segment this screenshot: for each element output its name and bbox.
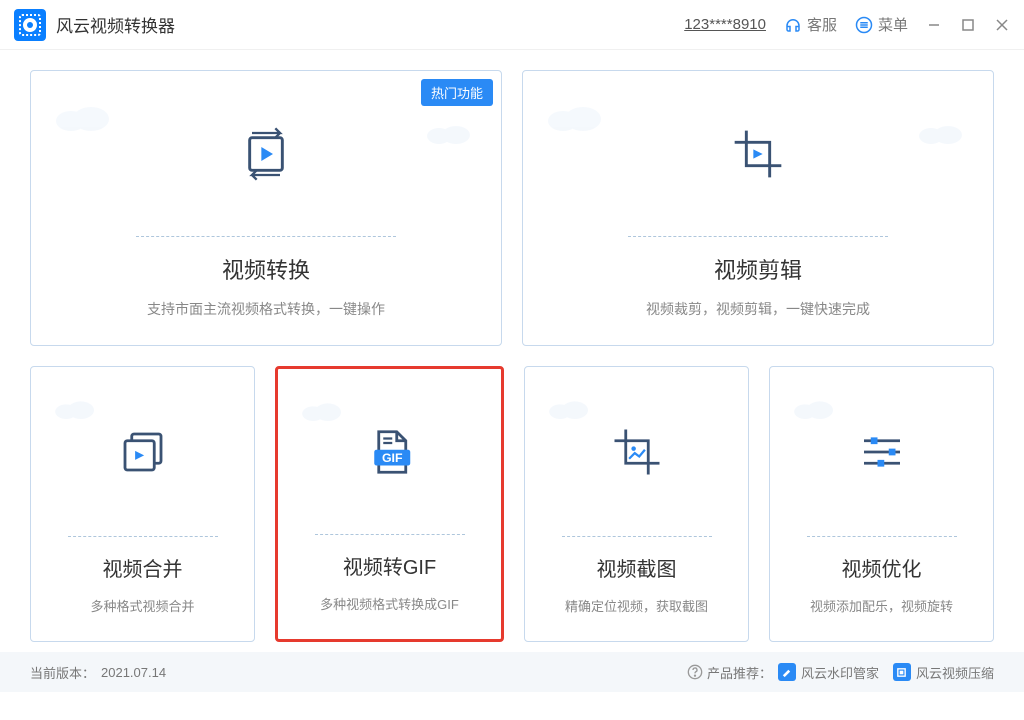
svg-text:GIF: GIF [381, 451, 402, 465]
minimize-button[interactable] [926, 17, 942, 33]
cloud-decoration-icon [790, 397, 835, 419]
crop-icon [730, 126, 786, 182]
cloud-decoration-icon [545, 397, 590, 419]
screenshot-icon [610, 425, 664, 479]
menu-button[interactable]: 菜单 [855, 14, 908, 35]
footer: 当前版本： 2021.07.14 产品推荐： 风云水印管家 风云视频压缩 [0, 652, 1024, 692]
app-title: 风云视频转换器 [56, 12, 175, 37]
card-title: 视频转GIF [343, 551, 436, 580]
app-logo-icon [14, 9, 46, 41]
card-desc: 支持市面主流视频格式转换，一键操作 [137, 299, 395, 319]
merge-icon [116, 425, 170, 479]
card-title: 视频合并 [103, 553, 183, 582]
help-icon [687, 664, 703, 680]
titlebar: 风云视频转换器 123****8910 客服 菜单 [0, 0, 1024, 50]
card-title: 视频转换 [222, 253, 310, 285]
close-button[interactable] [994, 17, 1010, 33]
window-controls [926, 17, 1010, 33]
headset-icon [784, 16, 802, 34]
customer-service-label: 客服 [807, 14, 837, 35]
gif-file-icon: GIF [363, 425, 417, 479]
maximize-button[interactable] [960, 17, 976, 33]
recommend-label-text: 风云水印管家 [801, 663, 879, 682]
version-label: 当前版本： [30, 663, 95, 682]
recommend-watermark[interactable]: 风云水印管家 [778, 663, 879, 682]
minimize-icon [927, 18, 941, 32]
recommend-label: 产品推荐： [707, 663, 772, 682]
cloud-decoration-icon [421, 121, 471, 146]
cloud-decoration-icon [298, 399, 343, 421]
card-title: 视频剪辑 [714, 253, 802, 285]
recommend-label-text: 风云视频压缩 [916, 663, 994, 682]
card-desc: 多种格式视频合并 [80, 596, 204, 615]
cloud-decoration-icon [913, 121, 963, 146]
card-title: 视频截图 [597, 553, 677, 582]
account-link[interactable]: 123****8910 [684, 16, 766, 33]
version-value: 2021.07.14 [101, 665, 166, 680]
recommend-compress[interactable]: 风云视频压缩 [893, 663, 994, 682]
customer-service-button[interactable]: 客服 [784, 14, 837, 35]
cloud-decoration-icon [51, 397, 96, 419]
main-content: 热门功能 视频转换 支持市面主流视频格式转换，一键操作 [0, 50, 1024, 652]
convert-icon [238, 126, 294, 182]
cloud-decoration-icon [543, 101, 603, 131]
card-desc: 视频裁剪，视频剪辑，一键快速完成 [636, 299, 880, 319]
cloud-decoration-icon [51, 101, 111, 131]
card-video-merge[interactable]: 视频合并 多种格式视频合并 [30, 366, 255, 642]
menu-label: 菜单 [878, 14, 908, 35]
card-desc: 精确定位视频，获取截图 [555, 596, 718, 615]
compress-app-icon [893, 663, 911, 681]
card-video-screenshot[interactable]: 视频截图 精确定位视频，获取截图 [524, 366, 749, 642]
card-video-convert[interactable]: 热门功能 视频转换 支持市面主流视频格式转换，一键操作 [30, 70, 502, 346]
maximize-icon [961, 18, 975, 32]
card-video-edit[interactable]: 视频剪辑 视频裁剪，视频剪辑，一键快速完成 [522, 70, 994, 346]
watermark-app-icon [778, 663, 796, 681]
card-video-optimize[interactable]: 视频优化 视频添加配乐，视频旋转 [769, 366, 994, 642]
card-desc: 多种视频格式转换成GIF [310, 594, 469, 613]
sliders-icon [855, 425, 909, 479]
card-title: 视频优化 [842, 553, 922, 582]
menu-icon [855, 16, 873, 34]
close-icon [995, 18, 1009, 32]
card-desc: 视频添加配乐，视频旋转 [800, 596, 963, 615]
card-video-to-gif[interactable]: GIF 视频转GIF 多种视频格式转换成GIF [275, 366, 504, 642]
